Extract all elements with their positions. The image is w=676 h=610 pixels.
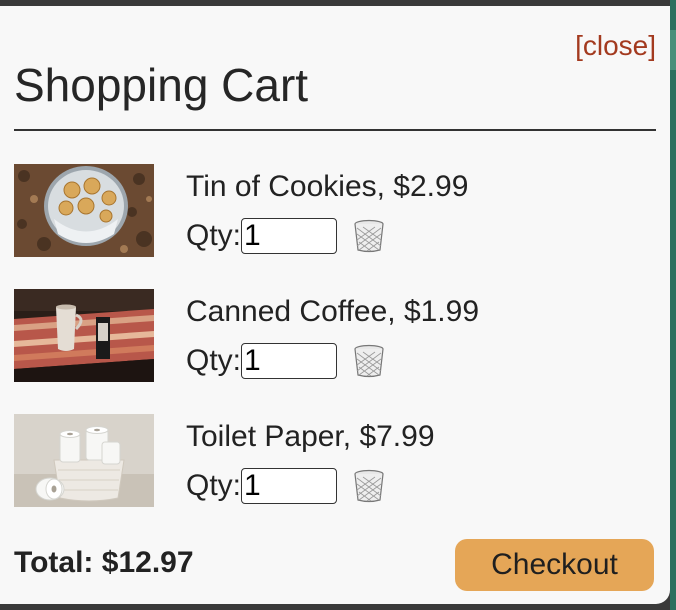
cart-item: Canned Coffee, $1.99 Qty: (14, 289, 656, 383)
qty-row: Qty: (186, 216, 385, 256)
page-backdrop-accent (670, 30, 676, 70)
qty-row: Qty: (186, 341, 385, 381)
qty-label: Qty: (186, 469, 242, 502)
item-name-price: Toilet Paper, $7.99 (186, 420, 435, 453)
shopping-cart-modal: [close] Shopping Cart Tin of Cookies, $2… (0, 6, 670, 604)
qty-input[interactable] (241, 343, 338, 379)
item-name-price: Tin of Cookies, $2.99 (186, 170, 469, 203)
item-name-price: Canned Coffee, $1.99 (186, 295, 480, 328)
qty-label: Qty: (186, 344, 242, 377)
qty-input[interactable] (241, 218, 338, 254)
cart-item: Toilet Paper, $7.99 Qty: (14, 414, 656, 508)
canned-coffee-photo (14, 289, 154, 382)
cart-item: Tin of Cookies, $2.99 Qty: (14, 164, 656, 258)
cart-total: Total: $12.97 (14, 546, 194, 579)
close-link[interactable]: [close] (575, 30, 656, 62)
toilet-paper-photo (14, 414, 154, 507)
trash-icon[interactable] (353, 219, 385, 253)
trash-icon[interactable] (353, 469, 385, 503)
trash-icon[interactable] (353, 344, 385, 378)
checkout-button[interactable]: Checkout (455, 539, 654, 591)
title-divider (14, 129, 656, 131)
qty-row: Qty: (186, 466, 385, 506)
cookies-tin-photo (14, 164, 154, 257)
qty-label: Qty: (186, 219, 242, 252)
page-backdrop (670, 0, 676, 610)
qty-input[interactable] (241, 468, 338, 504)
modal-title: Shopping Cart (14, 59, 309, 111)
